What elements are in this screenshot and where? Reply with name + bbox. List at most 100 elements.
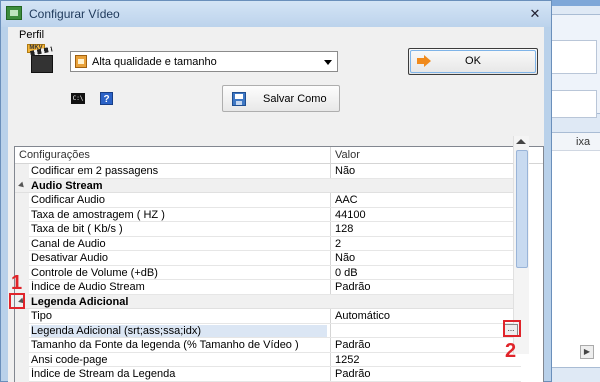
row-margin <box>15 309 29 324</box>
property-value[interactable]: Automático <box>335 310 390 322</box>
annotation-number-2: 2 <box>505 340 517 362</box>
property-row[interactable]: Ansi code-page 1252 <box>15 352 521 367</box>
column-separator <box>330 236 331 251</box>
clapperboard-icon <box>31 55 53 73</box>
app-icon <box>6 6 22 20</box>
category-row[interactable]: Legenda Adicional <box>15 294 521 309</box>
column-separator <box>330 309 331 324</box>
column-separator <box>330 193 331 208</box>
configure-video-dialog: Configurar Vídeo ✕ Perfil MKV Alta quali… <box>0 0 552 382</box>
property-name: Desativar Audio <box>31 252 109 264</box>
save-as-button[interactable]: Salvar Como <box>222 85 340 112</box>
property-name: Codificar Audio <box>31 194 105 206</box>
scroll-up-arrow-icon[interactable] <box>516 139 526 144</box>
property-row[interactable]: Taxa de amostragem ( HZ ) 44100 <box>15 207 521 222</box>
column-separator <box>330 338 331 353</box>
header-value: Valor <box>335 149 360 161</box>
property-name: Taxa de bit ( Kb/s ) <box>31 223 123 235</box>
save-as-label: Salvar Como <box>263 93 327 105</box>
category-row[interactable]: Audio Stream <box>15 178 521 193</box>
background-button <box>551 90 597 118</box>
property-name: Taxa de amostragem ( HZ ) <box>31 208 165 221</box>
property-row[interactable]: Codificar Audio AAC <box>15 193 521 208</box>
property-name: Índice de Stream da Legenda <box>31 368 176 380</box>
mkv-profile-icon: MKV <box>27 44 57 76</box>
property-name: Controle de Volume (+dB) <box>31 266 158 279</box>
property-name: Codificar em 2 passagens <box>31 165 159 177</box>
background-column-label: ixa <box>576 136 591 148</box>
background-list-header: ixa <box>546 133 600 151</box>
column-separator <box>330 352 331 367</box>
property-value[interactable]: 2 <box>335 238 341 250</box>
row-margin <box>15 352 29 367</box>
column-separator <box>330 367 331 382</box>
property-row[interactable]: Codificar em 2 passagens Não <box>15 164 521 179</box>
column-separator <box>330 251 331 266</box>
settings-property-grid: Configurações Valor Codificar em 2 passa… <box>14 146 544 382</box>
floppy-disk-icon <box>232 92 246 106</box>
property-value[interactable]: 0 dB <box>335 267 358 279</box>
background-scroll-right-button[interactable]: ▶ <box>580 345 594 359</box>
annotation-box-2 <box>503 320 521 337</box>
property-row[interactable]: Legenda Adicional (srt;ass;ssa;idx) <box>15 323 521 338</box>
property-row[interactable]: Controle de Volume (+dB) 0 dB <box>15 265 521 280</box>
row-margin <box>15 367 29 382</box>
property-row[interactable]: Desativar Audio Não <box>15 251 521 266</box>
row-margin <box>15 164 29 179</box>
row-margin <box>15 338 29 353</box>
column-separator <box>330 222 331 237</box>
chevron-down-icon <box>324 60 332 65</box>
property-value[interactable]: Não <box>335 252 355 264</box>
property-name: Legenda Adicional (srt;ass;ssa;idx) <box>31 324 327 337</box>
window-title: Configurar Vídeo <box>29 7 120 21</box>
row-margin <box>15 251 29 266</box>
grid-header: Configurações Valor <box>15 147 543 164</box>
row-margin <box>15 193 29 208</box>
profile-label: Perfil <box>19 29 45 41</box>
command-line-icon[interactable]: C:\ <box>71 93 85 104</box>
property-name: Ansi code-page <box>31 353 108 366</box>
property-value[interactable]: Padrão <box>335 281 370 293</box>
grid-rows: Codificar em 2 passagens Não Audio Stream C… <box>15 164 521 382</box>
property-row[interactable]: Taxa de bit ( Kb/s ) 128 <box>15 222 521 237</box>
category-label: Audio Stream <box>31 179 103 192</box>
background-list: ixa ▶ <box>545 132 600 368</box>
profile-item-icon <box>75 55 87 68</box>
property-value[interactable]: AAC <box>335 194 358 206</box>
row-divider <box>29 380 521 382</box>
property-row[interactable]: Tamanho da Fonte da legenda (% Tamanho d… <box>15 338 521 353</box>
ok-button[interactable]: OK <box>408 48 538 75</box>
property-name: Tamanho da Fonte da legenda (% Tamanho d… <box>31 339 299 351</box>
category-label: Legenda Adicional <box>31 295 129 308</box>
close-button[interactable]: ✕ <box>525 5 545 23</box>
property-name: Tipo <box>31 310 52 322</box>
background-field <box>551 40 597 74</box>
dialog-content: Perfil MKV Alta qualidade e tamanho OK C… <box>8 27 544 382</box>
annotation-box-1 <box>9 293 25 309</box>
property-value[interactable]: Não <box>335 165 355 177</box>
property-row[interactable]: Canal de Audio 2 <box>15 236 521 251</box>
scroll-thumb[interactable] <box>516 150 528 268</box>
header-settings: Configurações <box>19 149 90 161</box>
property-name: Canal de Audio <box>31 237 106 250</box>
column-separator <box>330 207 331 222</box>
column-separator <box>330 280 331 295</box>
row-margin <box>15 323 29 338</box>
property-value[interactable]: Padrão <box>335 339 370 351</box>
profile-selected-value: Alta qualidade e tamanho <box>92 56 217 68</box>
column-separator <box>330 323 331 338</box>
property-value[interactable]: 128 <box>335 223 353 235</box>
property-value[interactable]: 44100 <box>335 209 366 221</box>
title-bar: Configurar Vídeo ✕ <box>1 1 551 27</box>
property-row[interactable]: Índice de Stream da Legenda Padrão <box>15 367 521 382</box>
profile-dropdown[interactable]: Alta qualidade e tamanho <box>70 51 338 72</box>
header-separator <box>330 147 331 164</box>
row-margin <box>15 236 29 251</box>
property-value[interactable]: 1252 <box>335 354 359 366</box>
annotation-number-1: 1 <box>11 272 23 294</box>
property-row[interactable]: Tipo Automático <box>15 309 521 324</box>
help-icon[interactable]: ? <box>100 92 113 105</box>
property-row[interactable]: Índice de Audio Stream Padrão <box>15 280 521 295</box>
property-value[interactable]: Padrão <box>335 368 370 380</box>
column-separator <box>330 265 331 280</box>
